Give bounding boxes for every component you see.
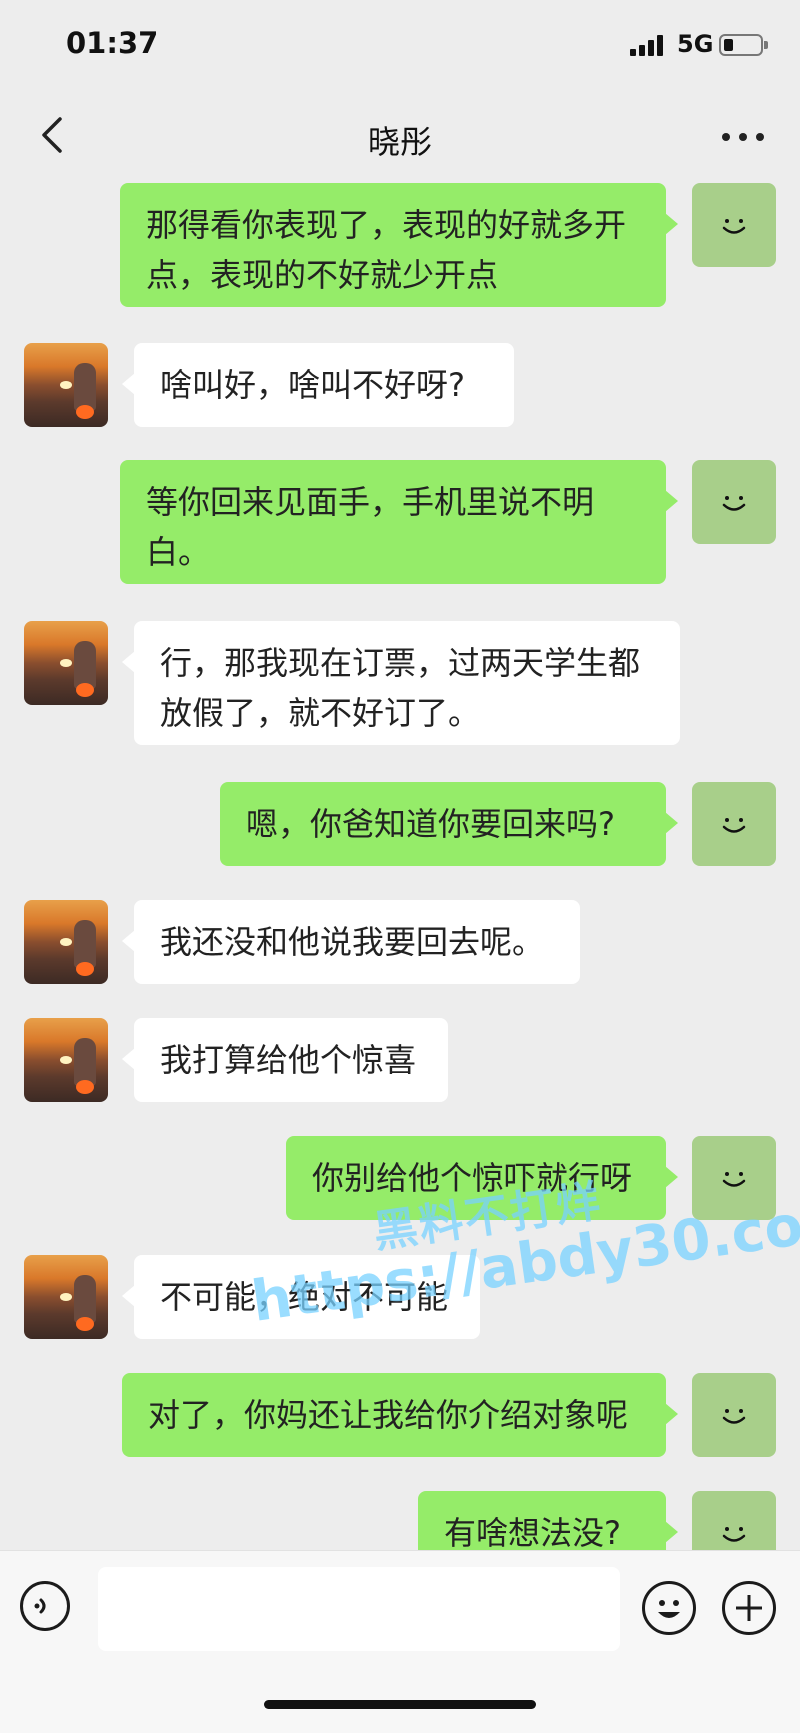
message-bubble-outgoing[interactable]: 你别给他个惊吓就行呀 [286,1136,678,1220]
message-list[interactable]: 那得看你表现了，表现的好就多开点，表现的不好就少开点 啥叫好，啥叫不好呀? 等你… [0,178,800,1550]
my-avatar[interactable] [692,1491,776,1550]
voice-input-icon[interactable] [20,1581,70,1631]
message-bubble-outgoing[interactable]: 那得看你表现了，表现的好就多开点，表现的不好就少开点 [120,183,678,307]
emoji-icon[interactable] [642,1581,696,1635]
contact-avatar[interactable] [24,1018,108,1102]
my-avatar[interactable] [692,460,776,544]
my-avatar[interactable] [692,1136,776,1220]
message-bubble-incoming[interactable]: 我打算给他个惊喜 [122,1018,448,1102]
contact-avatar[interactable] [24,343,108,427]
my-avatar[interactable] [692,183,776,267]
contact-avatar[interactable] [24,621,108,705]
message-bubble-outgoing[interactable]: 有啥想法没? [418,1491,678,1550]
message-bubble-incoming[interactable]: 不可能，绝对不可能 [122,1255,480,1339]
message-bubble-outgoing[interactable]: 对了，你妈还让我给你介绍对象呢 [122,1373,678,1457]
chat-title: 晓彤 [367,123,432,161]
more-icon[interactable] [718,133,768,145]
status-time: 01:37 [66,26,159,60]
contact-avatar[interactable] [24,1255,108,1339]
message-input[interactable] [98,1567,620,1651]
my-avatar[interactable] [692,1373,776,1457]
message-bubble-outgoing[interactable]: 嗯，你爸知道你要回来吗? [220,782,678,866]
network-type: 5G [677,30,714,58]
my-avatar[interactable] [692,782,776,866]
plus-icon[interactable] [722,1581,776,1635]
message-bubble-incoming[interactable]: 啥叫好，啥叫不好呀? [122,343,514,427]
message-bubble-incoming[interactable]: 行，那我现在订票，过两天学生都放假了，就不好订了。 [122,621,680,745]
home-indicator[interactable] [264,1700,536,1709]
contact-avatar[interactable] [24,900,108,984]
battery-icon [719,34,768,56]
chat-header: 晓彤 [0,95,800,177]
message-bubble-incoming[interactable]: 我还没和他说我要回去呢。 [122,900,580,984]
status-bar: 01:37 5G [0,0,800,90]
signal-icon [630,34,666,56]
message-bubble-outgoing[interactable]: 等你回来见面手，手机里说不明白。 [120,460,678,584]
